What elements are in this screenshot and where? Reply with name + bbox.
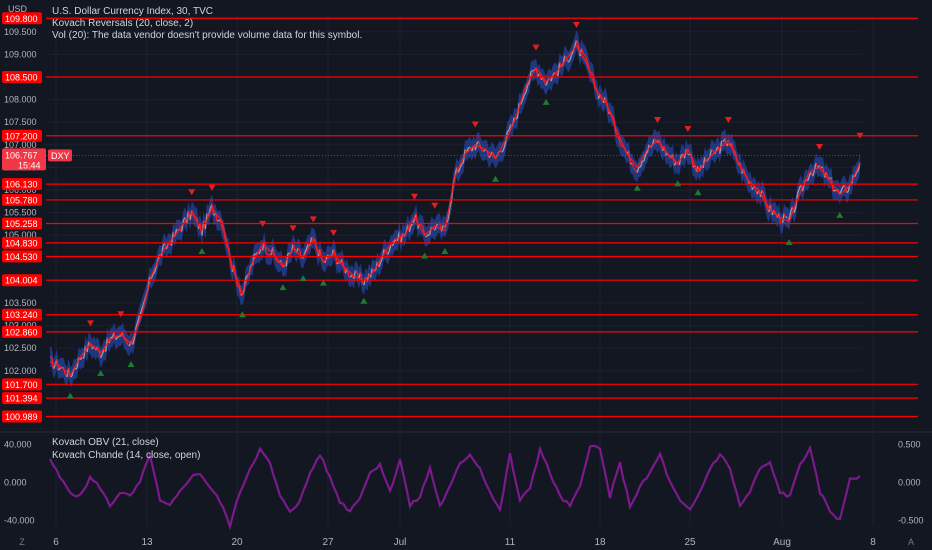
time-tick-label: 20 — [231, 537, 243, 548]
indicator-kovach-chande[interactable]: Kovach Chande (14, close, open) — [52, 450, 200, 461]
currency-label: USD — [8, 4, 28, 14]
price-segment — [216, 219, 220, 222]
price-segment — [616, 136, 620, 139]
sell-signal-marker — [431, 202, 439, 209]
buy-signal-marker — [198, 248, 206, 255]
osc-left-tick: 0.000 — [4, 478, 27, 488]
price-segment — [687, 153, 690, 156]
level-label: 104.830 — [5, 238, 38, 248]
osc-right-tick: -0.500 — [898, 515, 924, 525]
buy-signal-marker — [66, 392, 74, 399]
buy-signal-marker — [299, 275, 307, 282]
buy-signal-marker — [421, 252, 429, 259]
price-segment — [237, 285, 240, 288]
sell-signal-marker — [573, 22, 580, 29]
buy-signal-marker — [360, 297, 368, 304]
reset-zoom-icon[interactable]: Z — [19, 537, 25, 547]
trend-band — [50, 30, 860, 387]
time-tick-label: 8 — [870, 537, 876, 548]
osc-left-tick: 40.000 — [4, 440, 32, 450]
sell-signal-marker — [816, 144, 823, 151]
level-label: 104.530 — [5, 252, 38, 262]
buy-signal-marker — [492, 175, 499, 182]
time-tick-label: 18 — [594, 537, 606, 548]
reversal-signals — [66, 22, 864, 399]
indicator-kovach-reversals[interactable]: Kovach Reversals (20, close, 2) — [52, 18, 193, 29]
price-segment — [530, 70, 533, 73]
price-segment — [582, 53, 586, 56]
osc-left-tick: -40.000 — [4, 515, 35, 525]
grid — [0, 16, 932, 525]
price-segment — [421, 224, 424, 227]
level-label: 106.130 — [5, 180, 38, 190]
level-label: 105.780 — [5, 195, 38, 205]
time-tick-label: 27 — [322, 537, 334, 548]
time-tick-label: Jul — [394, 537, 407, 548]
price-tick-label: 109.500 — [4, 27, 37, 37]
sell-signal-marker — [471, 121, 479, 128]
level-label: 107.200 — [5, 131, 38, 141]
symbol-title[interactable]: U.S. Dollar Currency Index, 30, TVC — [52, 6, 213, 17]
buy-signal-marker — [633, 184, 641, 191]
level-label: 105.258 — [5, 219, 38, 229]
price-segment — [846, 191, 849, 194]
price-tick-label: 102.500 — [4, 343, 37, 353]
level-label: 109.800 — [5, 14, 38, 24]
symbol-tag: DXY — [51, 151, 70, 161]
time-tick-label: 6 — [53, 537, 59, 548]
trend-envelope — [50, 30, 860, 387]
level-label: 101.700 — [5, 380, 38, 390]
price-tick-label: 105.500 — [4, 208, 37, 218]
buy-signal-marker — [279, 284, 287, 291]
time-tick-label: 11 — [505, 537, 516, 548]
countdown: 15:44 — [18, 160, 41, 170]
buy-signal-marker — [127, 360, 135, 367]
time-tick-label: 13 — [141, 537, 153, 548]
level-label: 101.394 — [5, 394, 38, 404]
price-segment — [75, 367, 78, 370]
level-label: 102.860 — [5, 327, 38, 337]
level-label: 104.004 — [5, 276, 38, 286]
price-segment — [410, 223, 414, 226]
time-tick-label: 25 — [684, 537, 696, 548]
time-tick-label: Aug — [773, 537, 791, 548]
buy-signal-marker — [441, 248, 449, 255]
level-label: 103.240 — [5, 310, 38, 320]
price-tick-label: 107.500 — [4, 117, 37, 127]
level-label: 108.500 — [5, 73, 38, 83]
sell-signal-marker — [411, 193, 418, 200]
price-tick-label: 109.000 — [4, 49, 37, 59]
buy-signal-marker — [785, 238, 793, 245]
sell-signal-marker — [289, 225, 297, 232]
auto-scale-icon[interactable]: A — [908, 537, 914, 547]
level-label: 100.989 — [5, 412, 38, 422]
current-price: 106.767 — [5, 150, 38, 160]
time-axis[interactable]: 6 13 20 27 Jul 11 18 25 Aug 8 Z A — [19, 537, 914, 548]
osc-right-tick: 0.500 — [898, 440, 921, 450]
indicator-kovach-obv[interactable]: Kovach OBV (21, close) — [52, 437, 159, 448]
indicator-volume[interactable]: Vol (20): The data vendor doesn't provid… — [52, 30, 362, 41]
price-tick-label: 108.000 — [4, 95, 37, 105]
osc-right-tick: 0.000 — [898, 478, 921, 488]
chart-canvas: 102.000102.500103.000103.500104.000104.5… — [0, 12, 932, 548]
price-tick-label: 103.500 — [4, 298, 37, 308]
price-tick-label: 102.000 — [4, 366, 37, 376]
sell-signal-marker — [532, 44, 540, 51]
sell-signal-marker — [309, 216, 317, 223]
price-series — [49, 39, 861, 378]
buy-signal-marker — [674, 180, 682, 187]
sell-signal-marker — [188, 189, 196, 196]
